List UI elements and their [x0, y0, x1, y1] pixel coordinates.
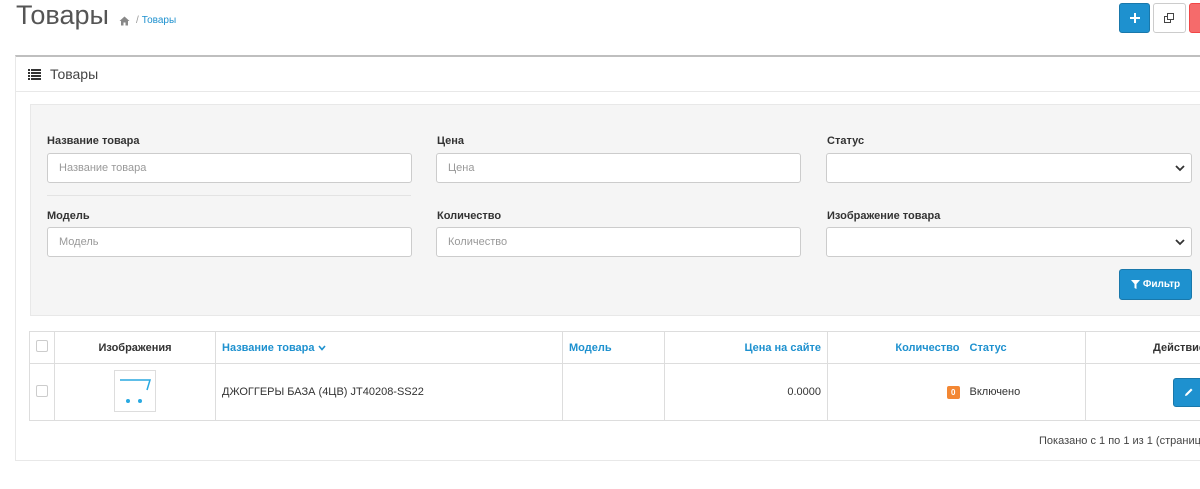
pencil-icon [1185, 388, 1193, 396]
list-icon [28, 68, 41, 80]
chevron-down-icon [1175, 239, 1185, 246]
quantity-badge: 0 [947, 386, 960, 399]
filter-icon [1130, 280, 1140, 289]
sort-model-link[interactable]: Модель [569, 342, 612, 354]
filter-divider [47, 195, 411, 196]
table-header-row: Изображения Название товара Модель Цена … [29, 331, 1200, 364]
table-row: ДЖОГГЕРЫ БАЗА (4ЦВ) JT40208-SS22 0.0000 … [29, 363, 1200, 421]
row-select-cell [29, 363, 55, 421]
quantity-filter-input[interactable]: Количество [436, 227, 801, 257]
sort-status-link[interactable]: Статус [970, 342, 1007, 354]
price-filter-label: Цена [437, 135, 465, 147]
row-action-cell [1085, 363, 1200, 421]
select-all-checkbox[interactable] [36, 340, 48, 352]
image-filter-select[interactable] [826, 227, 1192, 257]
copy-product-button[interactable] [1153, 3, 1186, 33]
filter-button[interactable]: Фильтр [1119, 269, 1192, 300]
filter-form: Название товара Название товара Цена Цен… [30, 104, 1200, 316]
row-price: 0.0000 [664, 363, 828, 421]
chevron-down-icon [1175, 165, 1185, 172]
add-product-button[interactable] [1119, 3, 1150, 33]
row-model [562, 363, 665, 421]
home-icon[interactable] [119, 16, 130, 26]
header-name[interactable]: Название товара [215, 331, 563, 364]
products-panel: Товары Название товара Название товара Ц… [15, 55, 1200, 461]
status-filter-label: Статус [827, 135, 865, 147]
page-title: Товары [16, 0, 109, 30]
quantity-filter-label: Количество [437, 210, 502, 222]
sort-desc-icon [317, 344, 326, 351]
products-table: Изображения Название товара Модель Цена … [29, 331, 1200, 421]
row-status: Включено [965, 363, 1086, 421]
header-model[interactable]: Модель [562, 331, 665, 364]
row-image-cell [54, 363, 216, 421]
pagination-summary: Показано с 1 по 1 из 1 (страниц: [1039, 435, 1200, 447]
price-filter-input[interactable]: Цена [436, 153, 801, 183]
name-filter-input[interactable]: Название товара [47, 153, 412, 183]
image-filter-label: Изображение товара [827, 210, 941, 222]
header-quantity[interactable]: Количество [827, 331, 966, 364]
breadcrumb: / Товары [119, 15, 176, 26]
sort-price-link[interactable]: Цена на сайте [744, 342, 821, 354]
header-price[interactable]: Цена на сайте [664, 331, 828, 364]
model-filter-input[interactable]: Модель [47, 227, 412, 257]
panel-title: Товары [50, 66, 99, 82]
header-action: Действие [1085, 331, 1200, 364]
model-filter-label: Модель [47, 210, 90, 222]
row-name: ДЖОГГЕРЫ БАЗА (4ЦВ) JT40208-SS22 [215, 363, 563, 421]
status-filter-select[interactable] [826, 153, 1192, 183]
sort-quantity-link[interactable]: Количество [895, 342, 959, 354]
header-status[interactable]: Статус [965, 331, 1086, 364]
copy-icon [1164, 12, 1174, 23]
product-thumbnail [114, 370, 156, 412]
row-checkbox[interactable] [36, 384, 48, 397]
breadcrumb-link-products[interactable]: Товары [142, 15, 176, 26]
filter-button-label: Фильтр [1142, 279, 1181, 290]
panel-heading: Товары [16, 57, 1200, 92]
row-quantity-cell: 0 [827, 363, 966, 421]
edit-button[interactable] [1173, 377, 1200, 407]
plus-icon [1129, 13, 1140, 23]
name-filter-label: Название товара [47, 135, 140, 147]
breadcrumb-separator: / [136, 15, 139, 26]
select-all-cell [29, 331, 55, 364]
delete-product-button[interactable] [1189, 3, 1200, 33]
header-image: Изображения [54, 331, 216, 364]
sort-name-link[interactable]: Название товара [222, 342, 315, 354]
cart-icon [120, 379, 152, 403]
